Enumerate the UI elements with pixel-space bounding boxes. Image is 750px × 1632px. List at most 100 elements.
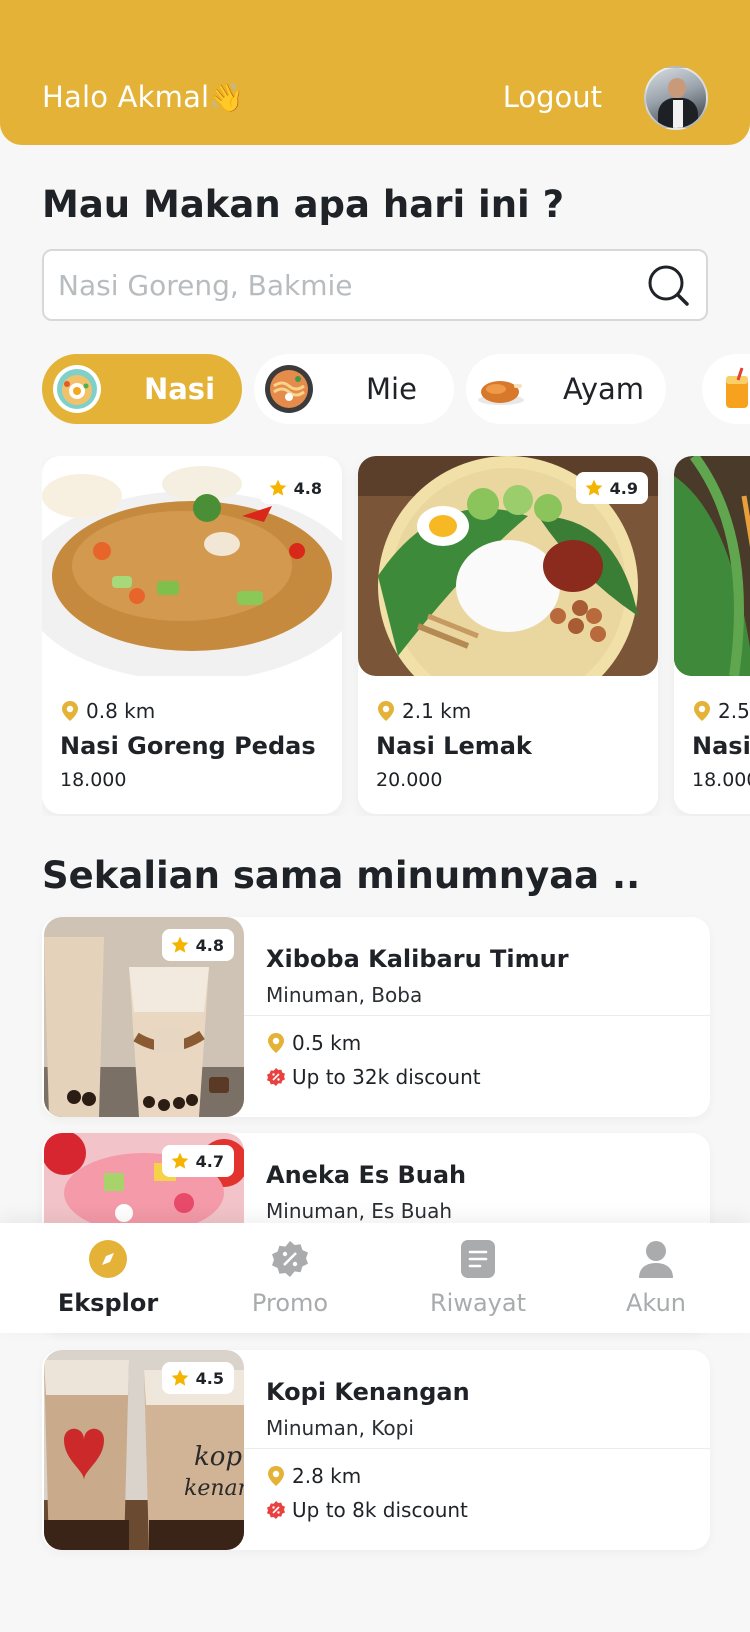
rating-value: 4.9 [609, 478, 638, 498]
rating-value: 4.8 [195, 935, 224, 955]
rating-value: 4.8 [293, 478, 322, 498]
distance-value: 2.5 [718, 699, 750, 723]
location-pin-icon [268, 1033, 284, 1053]
category-chip-label: Nasi [143, 372, 216, 406]
location-pin-icon [268, 1466, 284, 1486]
svg-text:kenan: kenan [184, 1476, 244, 1501]
distance-info: 2.8 km [266, 1464, 361, 1488]
nav-tab-promo[interactable]: Promo [215, 1239, 365, 1329]
star-icon [171, 1369, 188, 1386]
category-chip-nasi[interactable]: Nasi [42, 354, 242, 424]
nav-label: Akun [626, 1289, 686, 1317]
food-price: 18.000 [692, 769, 750, 791]
food-price: 20.000 [376, 769, 443, 791]
drink-category: Minuman, Es Buah [266, 1199, 453, 1223]
logout-button[interactable]: Logout [503, 80, 602, 114]
food-image-nasi-other [674, 456, 750, 676]
bottom-navigation: Eksplor Promo Riwayat Akun [0, 1223, 750, 1333]
drink-category: Minuman, Kopi [266, 1416, 414, 1440]
category-chip-drinks[interactable] [702, 354, 750, 424]
food-image-nasi-lemak: 4.9 [358, 456, 658, 676]
search-box[interactable] [42, 249, 708, 321]
location-pin-icon [62, 701, 78, 721]
rating-badge: 4.9 [575, 472, 648, 504]
nav-label: Promo [251, 1289, 329, 1317]
star-icon [269, 479, 286, 496]
star-icon [171, 1152, 188, 1169]
food-price: 18.000 [60, 769, 127, 791]
discount-text: Up to 32k discount [292, 1065, 481, 1089]
food-card[interactable]: 4.9 2.1 km Nasi Lemak 20.000 [358, 456, 658, 814]
food-card[interactable]: 2.5 Nasi 18.000 [674, 456, 750, 814]
search-icon[interactable] [646, 263, 690, 307]
distance-value: 0.5 km [292, 1031, 362, 1055]
category-chip-mie[interactable]: Mie [254, 354, 454, 424]
svg-text:kop: kop [194, 1442, 242, 1472]
distance-value: 2.1 km [402, 699, 472, 723]
distance-value: 0.8 km [86, 699, 156, 723]
location-pin-icon [378, 701, 394, 721]
search-input[interactable] [58, 261, 618, 309]
drink-category: Minuman, Boba [266, 983, 423, 1007]
category-chips: Nasi Mie Ayam [42, 354, 750, 424]
drink-name: Aneka Es Buah [266, 1161, 467, 1189]
nav-tab-akun[interactable]: Akun [581, 1239, 731, 1329]
food-name: Nasi Goreng Pedas [60, 732, 316, 760]
food-carousel: 4.8 0.8 km Nasi Goreng Pedas 18.000 4.9 … [42, 456, 750, 816]
rating-badge: 4.5 [161, 1362, 234, 1394]
drink-list-item[interactable]: 4.8 Xiboba Kalibaru Timur Minuman, Boba … [42, 917, 710, 1117]
user-icon [639, 1241, 673, 1278]
discount-icon [267, 1068, 285, 1086]
discount-info: Up to 32k discount [266, 1065, 481, 1089]
drinks-section-title: Sekalian sama minumnyaa .. [42, 854, 641, 897]
food-image-nasi-goreng: 4.8 [42, 456, 342, 676]
avatar-shirt-shape [673, 100, 683, 128]
roast-chicken-icon [478, 381, 524, 405]
nav-tab-riwayat[interactable]: Riwayat [403, 1239, 553, 1329]
location-pin-icon [694, 701, 710, 721]
rating-value: 4.5 [195, 1368, 224, 1388]
star-icon [171, 936, 188, 953]
page-title: Mau Makan apa hari ini ? [42, 183, 565, 226]
divider [244, 1448, 710, 1449]
noodle-bowl-icon [265, 365, 313, 413]
star-icon [585, 479, 602, 496]
category-chip-label: Ayam [562, 372, 645, 406]
discount-info: Up to 8k discount [266, 1498, 468, 1522]
discount-icon [267, 1501, 285, 1519]
discount-badge-icon [272, 1241, 308, 1277]
drink-icon [726, 367, 748, 408]
food-card[interactable]: 4.8 0.8 km Nasi Goreng Pedas 18.000 [42, 456, 342, 814]
discount-text: Up to 8k discount [292, 1498, 468, 1522]
drink-image-kopi: kop kenan 4.5 [44, 1350, 244, 1550]
greeting-label: Halo Akmal [42, 80, 210, 114]
drink-image-boba: 4.8 [44, 917, 244, 1117]
nav-label: Eksplor [57, 1289, 159, 1317]
rating-badge: 4.8 [161, 929, 234, 961]
distance-info: 2.5 [692, 699, 750, 723]
rating-badge: 4.8 [259, 472, 332, 504]
rating-value: 4.7 [195, 1151, 224, 1171]
distance-value: 2.8 km [292, 1464, 362, 1488]
food-name: Nasi Lemak [376, 732, 532, 760]
nav-label: Riwayat [430, 1289, 526, 1317]
category-chip-ayam[interactable]: Ayam [466, 354, 666, 424]
nav-tab-eksplor[interactable]: Eksplor [33, 1239, 183, 1329]
distance-info: 0.8 km [60, 699, 155, 723]
category-chip-label: Mie [366, 372, 417, 406]
avatar-head-shape [668, 78, 686, 98]
distance-info: 2.1 km [376, 699, 471, 723]
wave-emoji-icon: 👋 [209, 81, 245, 114]
drink-name: Xiboba Kalibaru Timur [266, 945, 569, 973]
avatar[interactable] [644, 66, 708, 130]
distance-info: 0.5 km [266, 1031, 361, 1055]
compass-icon [89, 1240, 127, 1278]
rating-badge: 4.7 [161, 1145, 234, 1177]
divider [244, 1015, 710, 1016]
drink-name: Kopi Kenangan [266, 1378, 470, 1406]
document-list-icon [461, 1240, 495, 1278]
drink-list-item[interactable]: kop kenan 4.5 Kopi Kenangan Minuman, Kop… [42, 1350, 710, 1550]
food-name: Nasi [692, 732, 750, 760]
greeting-text: Halo Akmal👋 [42, 80, 244, 114]
rice-bowl-icon [53, 365, 101, 413]
